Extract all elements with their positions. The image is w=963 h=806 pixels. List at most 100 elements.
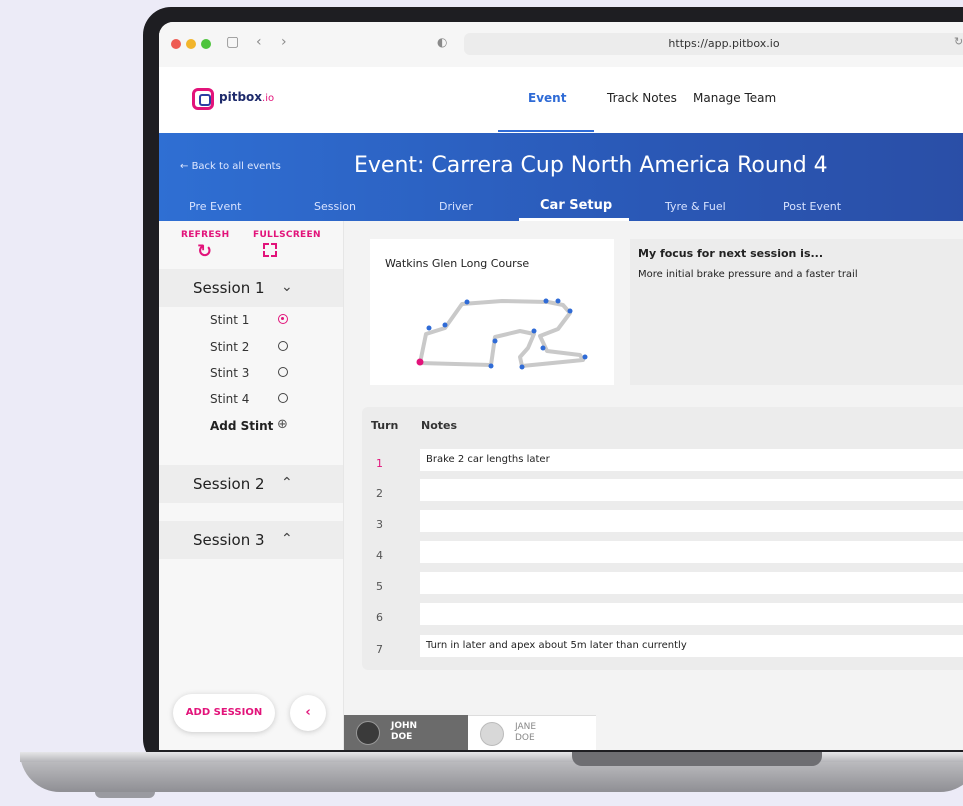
turn-number: 7	[376, 643, 383, 656]
notes-column-header: Notes	[421, 419, 458, 432]
turn-marker	[426, 325, 432, 331]
refresh-label[interactable]: REFRESH	[181, 230, 229, 240]
close-window-button[interactable]	[171, 39, 181, 49]
stint-2-label[interactable]: Stint 2	[210, 340, 249, 354]
stint-1-radio[interactable]	[278, 314, 288, 324]
subtab-session[interactable]: Session	[314, 200, 356, 213]
add-stint-button[interactable]: Add Stint	[210, 419, 273, 433]
turn-note-input[interactable]	[420, 572, 963, 594]
minimize-window-button[interactable]	[186, 39, 196, 49]
turn-number: 5	[376, 580, 383, 593]
driver-tab-jane-doe[interactable]: JANE DOE	[468, 715, 596, 750]
laptop-foot	[95, 792, 155, 798]
turn-marker	[531, 328, 537, 334]
driver-last-name: DOE	[515, 733, 535, 743]
back-link-label: Back to all events	[191, 161, 281, 172]
subtab-car-setup[interactable]: Car Setup	[540, 198, 612, 213]
stint-4-label[interactable]: Stint 4	[210, 392, 249, 406]
subtab-pre-event[interactable]: Pre Event	[189, 200, 242, 213]
session-3-header[interactable]: Session 3 ⌃	[159, 521, 343, 559]
turn-number: 6	[376, 611, 383, 624]
turn-note-input[interactable]	[420, 603, 963, 625]
turn-marker	[567, 308, 573, 314]
stint-3-radio[interactable]	[278, 367, 288, 377]
track-outline	[418, 299, 585, 368]
back-arrow-icon[interactable]: ‹	[256, 34, 262, 50]
avatar	[356, 721, 380, 745]
back-to-events-link[interactable]: ← Back to all events	[180, 161, 281, 172]
sidebar-toggle-icon[interactable]: ▢	[226, 34, 239, 50]
turn-note-input[interactable]	[420, 479, 963, 501]
forward-arrow-icon[interactable]: ›	[281, 34, 287, 50]
event-banner: ← Back to all events Event: Carrera Cup …	[159, 133, 963, 221]
driver-tab-john-doe[interactable]: JOHN DOE	[344, 715, 468, 750]
session-2-label: Session 2	[193, 475, 265, 493]
chevron-down-icon: ⌄	[281, 279, 293, 295]
subtab-post-event[interactable]: Post Event	[783, 200, 841, 213]
chevron-up-icon: ⌃	[281, 475, 293, 491]
brand-name[interactable]: pitbox.io	[219, 90, 274, 104]
event-title: Event: Carrera Cup North America Round 4	[354, 153, 828, 178]
turn-marker	[555, 298, 561, 304]
app-header: pitbox.io Event Track Notes Manage Team	[159, 67, 963, 133]
url-bar[interactable]: https://app.pitbox.io	[464, 33, 963, 55]
fullscreen-label[interactable]: FULLSCREEN	[253, 230, 321, 240]
nav-tab-event[interactable]: Event	[528, 91, 566, 105]
turn-note-input[interactable]	[420, 510, 963, 532]
session-2-header[interactable]: Session 2 ⌃	[159, 465, 343, 503]
session-1-header[interactable]: Session 1 ⌄	[159, 269, 343, 307]
stint-1-label[interactable]: Stint 1	[210, 313, 249, 327]
focus-text[interactable]: More initial brake pressure and a faster…	[638, 269, 858, 280]
left-arrow-icon: ←	[180, 161, 192, 172]
refresh-icon[interactable]: ↻	[197, 241, 212, 262]
collapse-sidebar-button[interactable]: ‹	[290, 695, 326, 731]
turn-notes-table: Turn Notes 1 Brake 2 car lengths later 2…	[362, 407, 963, 670]
turn-column-header: Turn	[371, 419, 399, 432]
turn-marker	[488, 363, 494, 369]
laptop-base	[20, 752, 963, 792]
turn-marker	[540, 345, 546, 351]
active-nav-indicator	[498, 130, 594, 132]
turn-marker	[442, 322, 448, 328]
nav-tab-manage-team[interactable]: Manage Team	[693, 91, 776, 105]
avatar	[480, 722, 504, 746]
nav-tab-track-notes[interactable]: Track Notes	[607, 91, 677, 105]
turn-marker	[582, 354, 588, 360]
subtab-driver[interactable]: Driver	[439, 200, 473, 213]
turn-note-input[interactable]	[420, 541, 963, 563]
turn-marker	[464, 299, 470, 305]
stint-2-radio[interactable]	[278, 341, 288, 351]
browser-toolbar: ▢ ‹ › ◐ https://app.pitbox.io ↻	[159, 22, 963, 68]
chevron-left-icon: ‹	[305, 705, 311, 720]
main-content: Watkins Glen Long Course My focus for ne…	[344, 221, 963, 750]
brand-text: pitbox	[219, 90, 263, 104]
fullscreen-icon[interactable]	[263, 243, 277, 257]
session-3-label: Session 3	[193, 531, 265, 549]
turn-number: 3	[376, 518, 383, 531]
chevron-up-icon: ⌃	[281, 531, 293, 547]
turn-note-input[interactable]: Turn in later and apex about 5m later th…	[420, 635, 963, 657]
focus-title: My focus for next session is...	[638, 247, 824, 260]
stint-4-radio[interactable]	[278, 393, 288, 403]
maximize-window-button[interactable]	[201, 39, 211, 49]
turn-marker	[519, 364, 525, 370]
add-session-button[interactable]: ADD SESSION	[173, 694, 275, 732]
turn-note-input[interactable]: Brake 2 car lengths later	[420, 449, 963, 471]
track-map-card: Watkins Glen Long Course	[370, 239, 614, 385]
turn-number: 4	[376, 549, 383, 562]
stint-3-label[interactable]: Stint 3	[210, 366, 249, 380]
session-sidebar: REFRESH ↻ FULLSCREEN Session 1 ⌄ Stint 1…	[159, 221, 344, 750]
turn-number: 1	[376, 457, 383, 470]
add-circle-icon[interactable]: ⊕	[277, 417, 288, 432]
turn-number: 2	[376, 487, 383, 500]
focus-card: My focus for next session is... More ini…	[630, 239, 963, 385]
privacy-shield-icon[interactable]: ◐	[437, 35, 447, 49]
track-map	[416, 298, 588, 370]
url-text: https://app.pitbox.io	[668, 37, 780, 50]
pitbox-logo-icon[interactable]	[192, 88, 214, 110]
subtab-tyre-fuel[interactable]: Tyre & Fuel	[665, 200, 726, 213]
start-finish-marker	[416, 358, 424, 366]
session-1-label: Session 1	[193, 279, 265, 297]
reload-icon[interactable]: ↻	[954, 35, 963, 48]
turn-marker	[543, 298, 549, 304]
